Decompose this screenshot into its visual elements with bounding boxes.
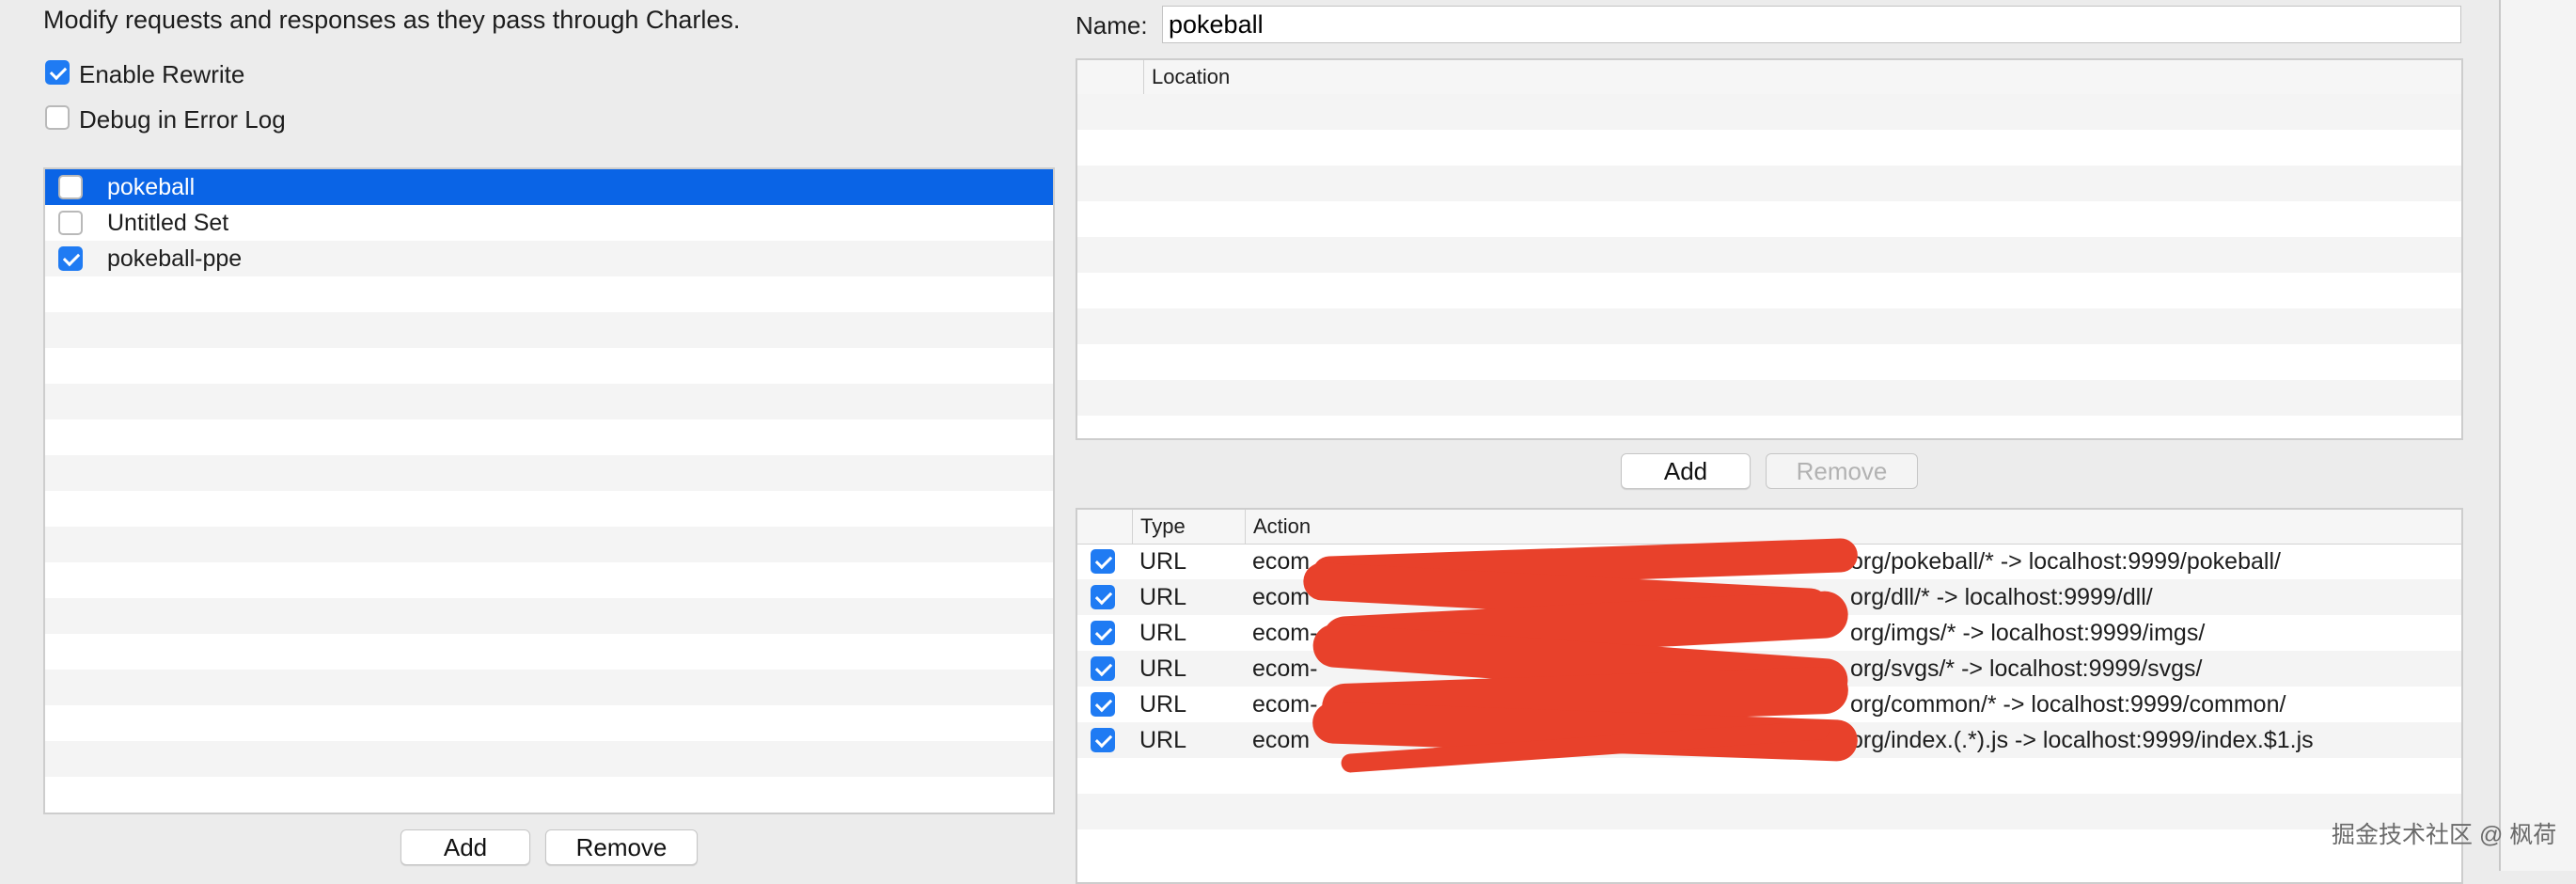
rule-action-suffix: org/common/* -> localhost:9999/common/: [1850, 691, 2286, 718]
set-name-pokeball-ppe[interactable]: pokeball-ppe: [107, 241, 242, 276]
rule-action-suffix: org/svgs/* -> localhost:9999/svgs/: [1850, 655, 2203, 682]
enable-rewrite-checkbox[interactable]: [45, 60, 70, 85]
rule-action-suffix: org/pokeball/* -> localhost:9999/pokebal…: [1850, 548, 2281, 575]
rule-action-prefix: ecom: [1252, 727, 1311, 753]
set-name-pokeball[interactable]: pokeball: [107, 169, 195, 205]
rule-action-prefix: ecom: [1252, 548, 1311, 575]
enable-rewrite-label: Enable Rewrite: [79, 60, 245, 88]
debug-error-log-checkbox[interactable]: [45, 105, 70, 130]
rule-checkbox[interactable]: [1091, 549, 1115, 574]
rule-checkbox[interactable]: [1091, 621, 1115, 645]
rule-checkbox[interactable]: [1091, 585, 1115, 609]
list-item-selected-bg: [45, 169, 1053, 205]
rule-type: URL: [1139, 727, 1187, 753]
location-table[interactable]: Location: [1076, 58, 2463, 440]
rule-action-prefix: ecom-: [1252, 655, 1318, 682]
watermark-text: 掘金技术社区 @ 枫荷: [2332, 822, 2557, 848]
remove-location-button[interactable]: Remove: [1766, 453, 1918, 489]
rule-action-suffix: org/imgs/* -> localhost:9999/imgs/: [1850, 620, 2206, 646]
name-label: Name:: [1076, 11, 1148, 39]
description-text: Modify requests and responses as they pa…: [43, 6, 741, 34]
rule-action-suffix: org/dll/* -> localhost:9999/dll/: [1850, 584, 2153, 610]
rule-action-suffix: org/index.(.*).js -> localhost:9999/inde…: [1850, 727, 2314, 753]
rule-type: URL: [1139, 655, 1187, 682]
type-column-header[interactable]: Type: [1132, 510, 1245, 544]
rule-type: URL: [1139, 548, 1187, 575]
location-column-header[interactable]: Location: [1143, 60, 2459, 94]
set-checkbox-pokeball-ppe[interactable]: [58, 246, 83, 271]
rule-action-prefix: ecom: [1252, 584, 1311, 610]
remove-set-button[interactable]: Remove: [545, 829, 698, 865]
location-table-header: Location: [1077, 60, 2461, 95]
set-checkbox-pokeball[interactable]: [58, 175, 83, 199]
set-name-untitled[interactable]: Untitled Set: [107, 205, 228, 241]
rule-checkbox[interactable]: [1091, 728, 1115, 752]
add-location-button[interactable]: Add: [1621, 453, 1751, 489]
rule-type: URL: [1139, 620, 1187, 646]
rule-checkbox[interactable]: [1091, 656, 1115, 681]
action-column-header[interactable]: Action: [1245, 510, 2461, 544]
set-checkbox-untitled[interactable]: [58, 211, 83, 235]
debug-error-log-label: Debug in Error Log: [79, 105, 286, 134]
name-field[interactable]: [1162, 6, 2461, 43]
rule-action-prefix: ecom-: [1252, 620, 1318, 646]
rules-table[interactable]: Type Action URL ecom org/pokeball/* -> l…: [1076, 508, 2463, 884]
rule-action-prefix: ecom-: [1252, 691, 1318, 718]
add-set-button[interactable]: Add: [401, 829, 530, 865]
rule-type: URL: [1139, 691, 1187, 718]
rewrite-sets-list[interactable]: pokeball Untitled Set pokeball-ppe: [43, 167, 1055, 814]
rule-type: URL: [1139, 584, 1187, 610]
rules-table-header: Type Action: [1077, 510, 2461, 545]
outer-background: [2501, 0, 2576, 871]
rule-checkbox[interactable]: [1091, 692, 1115, 717]
